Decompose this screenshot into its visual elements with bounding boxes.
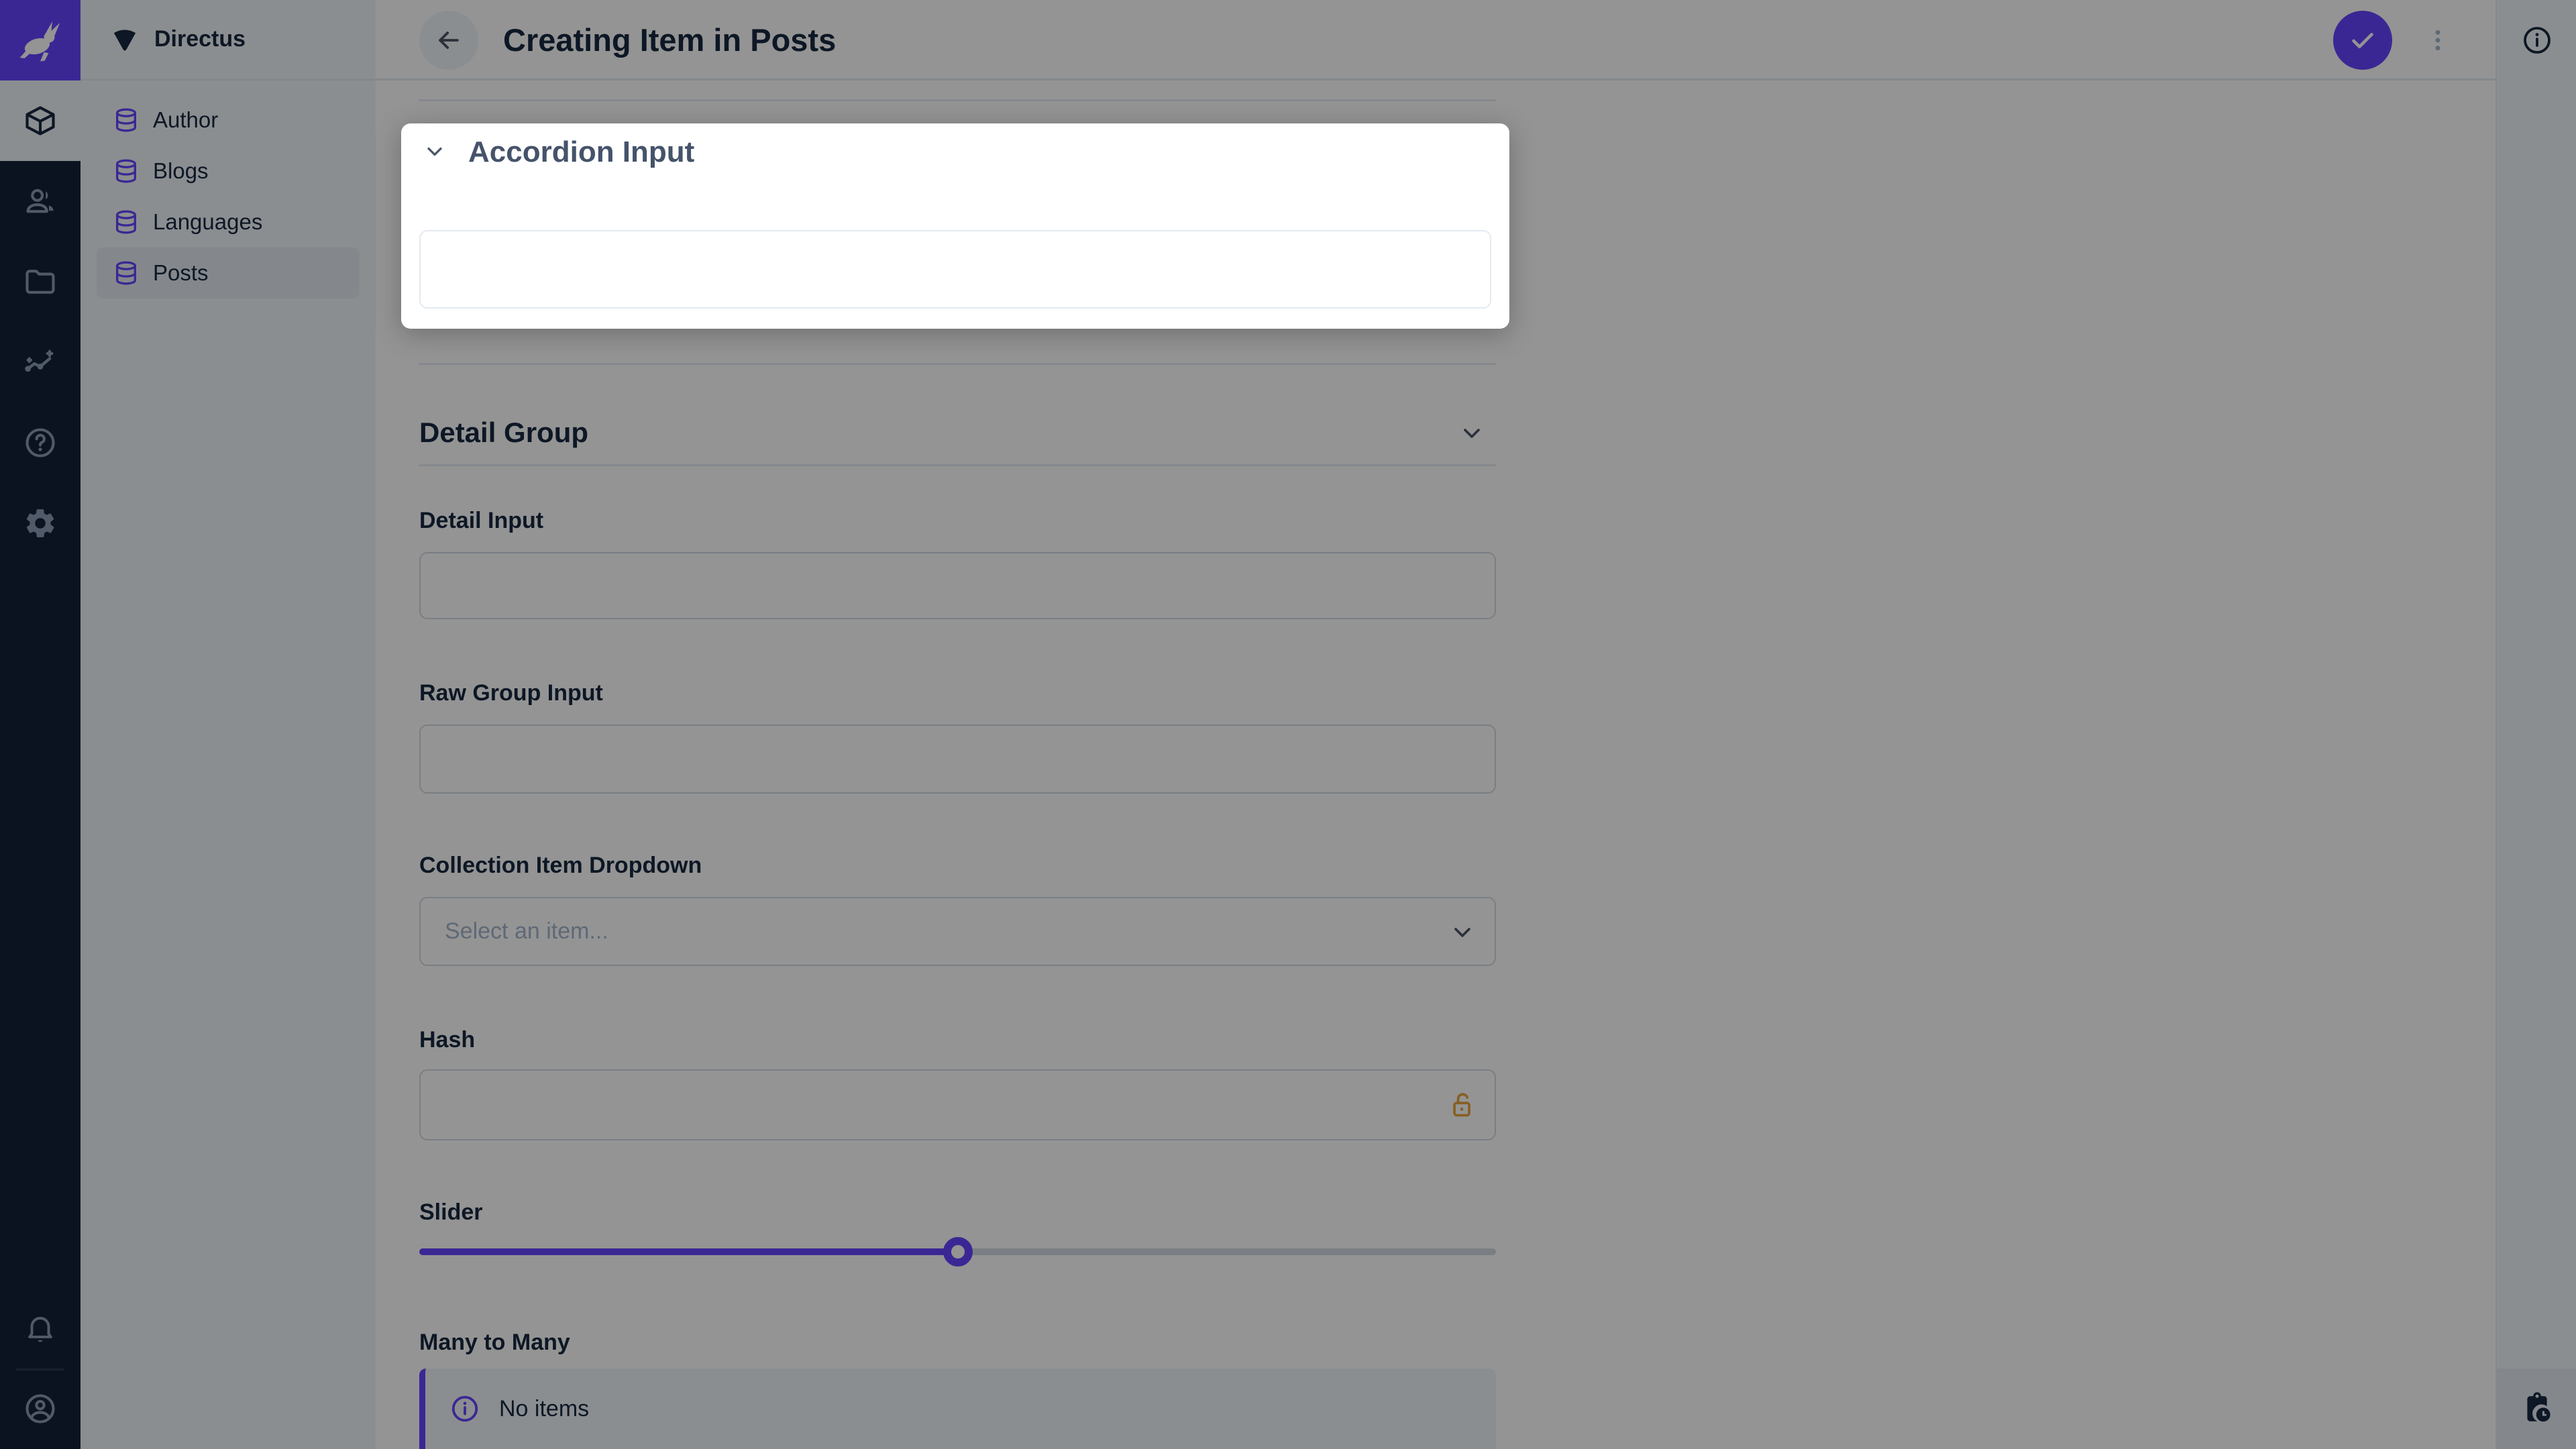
- accordion-input-title: Accordion Input: [468, 136, 694, 169]
- accordion-input-field[interactable]: [419, 230, 1491, 309]
- accordion-input-card: Accordion Input: [401, 123, 1509, 329]
- chevron-down-icon[interactable]: [423, 140, 447, 164]
